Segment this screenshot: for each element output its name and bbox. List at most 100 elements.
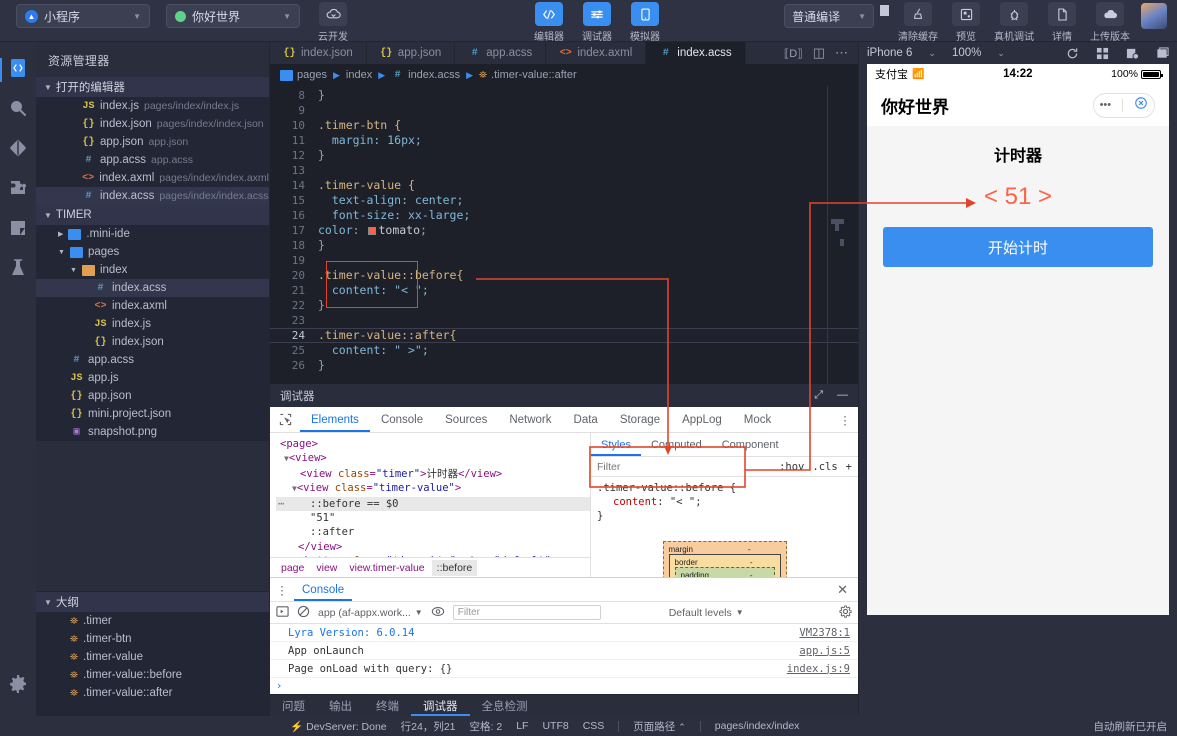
tab-storage[interactable]: Storage — [609, 407, 671, 432]
cloud-dev-button[interactable]: 云开发 — [314, 2, 352, 43]
more-icon[interactable]: ⋮ — [832, 407, 858, 432]
console-filter-input[interactable]: Filter — [452, 605, 601, 620]
tab-network[interactable]: Network — [498, 407, 562, 432]
tab-app-acss[interactable]: # app.acss — [455, 42, 547, 64]
refresh-icon[interactable] — [1066, 47, 1079, 60]
more-icon[interactable]: ⋯ — [835, 45, 848, 61]
editor-toggle-button[interactable]: 编辑器 — [530, 2, 568, 43]
sidebar-item-test[interactable] — [0, 250, 36, 290]
open-editors-header[interactable]: ▼ 打开的编辑器 — [36, 77, 269, 97]
tab-styles[interactable]: Styles — [591, 433, 641, 456]
more-icon[interactable]: ⋮ — [270, 583, 294, 597]
minimize-icon[interactable]: — — [837, 389, 848, 402]
debugger-toggle-button[interactable]: 调试器 — [578, 2, 616, 43]
indentation[interactable]: 空格: 2 — [470, 719, 503, 734]
console-source-link[interactable]: app.js:5 — [799, 645, 858, 657]
list-item[interactable]: JS index.js pages/index/index.js — [36, 97, 269, 115]
page-path-value[interactable]: pages/index/index — [715, 720, 800, 732]
list-item[interactable]: # index.acss pages/index/index.acss — [36, 187, 269, 205]
sidebar-item-search[interactable] — [0, 90, 36, 130]
dom-node-text[interactable]: "51" — [276, 511, 590, 525]
tree-item-index-folder[interactable]: ▼ index — [36, 261, 269, 279]
list-item[interactable]: {} index.json pages/index/index.json — [36, 115, 269, 133]
hover-state-button[interactable]: :hov — [779, 461, 804, 473]
tree-item-snapshot-png[interactable]: ▣ snapshot.png — [36, 423, 269, 441]
device-debug-button[interactable]: 真机调试 — [994, 2, 1034, 43]
editor-minimap[interactable] — [818, 86, 848, 384]
details-button[interactable]: 详情 — [1043, 2, 1081, 43]
dom-node-before-selected[interactable]: ⋯::before == $0 — [276, 496, 590, 512]
tree-item-app-js[interactable]: JS app.js — [36, 369, 269, 387]
dom-node[interactable]: </view> — [276, 540, 590, 554]
tree-item-index-axml[interactable]: <> index.axml — [36, 297, 269, 315]
dom-breadcrumb-view[interactable]: view — [311, 560, 342, 576]
more-dots-icon[interactable]: ••• — [1100, 99, 1112, 111]
tree-item-index-json[interactable]: {} index.json — [36, 333, 269, 351]
console-context-select[interactable]: app (af-appx.work... ▼ — [318, 607, 423, 619]
tree-item-pages[interactable]: ▼ pages — [36, 243, 269, 261]
tree-item-mini-ide[interactable]: ▶ .mini-ide — [36, 225, 269, 243]
dom-node-button[interactable]: <button class="timer-btn" size="default"… — [276, 554, 590, 557]
list-item[interactable]: # app.acss app.acss — [36, 151, 269, 169]
language-mode[interactable]: CSS — [583, 720, 605, 732]
compile-mode-select[interactable]: 普通编译 ▼ — [784, 4, 874, 28]
sidebar-item-explorer[interactable] — [0, 50, 36, 90]
style-rule-declaration[interactable]: content: "< "; — [597, 495, 852, 509]
console-source-link[interactable]: VM2378:1 — [799, 627, 858, 639]
tree-item-app-acss[interactable]: # app.acss — [36, 351, 269, 369]
dom-breadcrumb-page[interactable]: page — [276, 560, 309, 576]
list-item[interactable]: {} app.json app.json — [36, 133, 269, 151]
tab-computed[interactable]: Computed — [641, 433, 712, 456]
class-button[interactable]: .cls — [812, 461, 837, 473]
cursor-position[interactable]: 行24，列21 — [401, 719, 456, 734]
project-select[interactable]: 你好世界 ▼ — [166, 4, 300, 28]
breadcrumb-item-file[interactable]: # index.acss — [391, 69, 461, 81]
styles-filter-input[interactable] — [591, 460, 780, 473]
encoding[interactable]: UTF8 — [542, 720, 568, 732]
close-icon[interactable]: ✕ — [837, 582, 858, 598]
tab-console[interactable]: Console — [370, 407, 434, 432]
dom-node[interactable]: <page> — [276, 437, 590, 451]
dom-node[interactable]: ▼<view> — [276, 451, 590, 466]
outline-item[interactable]: ⛯ .timer-value — [36, 648, 269, 666]
screenshot-icon[interactable] — [1126, 47, 1139, 60]
window-icon[interactable] — [1156, 46, 1169, 60]
close-target-icon[interactable] — [1134, 96, 1148, 115]
sidebar-item-settings[interactable] — [0, 666, 36, 706]
eol-mode[interactable]: LF — [516, 720, 528, 732]
project-header[interactable]: ▼ TIMER — [36, 205, 269, 225]
miniprogram-select[interactable]: ▲ 小程序 ▼ — [16, 4, 150, 28]
dom-node-after[interactable]: ::after — [276, 525, 590, 539]
tab-elements[interactable]: Elements — [300, 407, 370, 432]
dom-node[interactable]: ▼<view class="timer-value"> — [276, 481, 590, 496]
console-levels-select[interactable]: Default levels ▼ — [669, 607, 744, 619]
outline-item[interactable]: ⛯ .timer — [36, 612, 269, 630]
tree-item-app-json[interactable]: {} app.json — [36, 387, 269, 405]
grid-icon[interactable] — [1096, 47, 1109, 60]
upload-version-button[interactable]: 上传版本 — [1090, 2, 1130, 43]
panel-tab-problems[interactable]: 问题 — [270, 695, 317, 716]
start-timer-button[interactable]: 开始计时 — [883, 227, 1153, 267]
tree-item-index-acss[interactable]: # index.acss — [36, 279, 269, 297]
tab-index-axml[interactable]: <> index.axml — [546, 42, 647, 64]
preview-button[interactable]: 预览 — [947, 2, 985, 43]
panel-tab-debugger[interactable]: 调试器 — [411, 695, 470, 716]
tab-sources[interactable]: Sources — [434, 407, 498, 432]
outline-item[interactable]: ⛯ .timer-value::after — [36, 684, 269, 702]
console-settings-icon[interactable] — [839, 604, 852, 621]
tab-mock[interactable]: Mock — [733, 407, 782, 432]
breadcrumb-item-index[interactable]: index — [346, 69, 372, 81]
panel-tab-output[interactable]: 输出 — [317, 695, 364, 716]
breadcrumb-item-symbol[interactable]: ⛯ .timer-value::after — [479, 69, 577, 81]
simulator-toggle-button[interactable]: 模拟器 — [626, 2, 664, 43]
outline-item[interactable]: ⛯ .timer-value::before — [36, 666, 269, 684]
code-editor[interactable]: 8} 9 10 .timer-btn { 11 margin: 16px; 12}… — [270, 86, 858, 384]
style-rule-selector[interactable]: .timer-value::before { — [597, 481, 852, 495]
execute-icon[interactable] — [276, 605, 289, 621]
sidebar-item-cloud[interactable] — [0, 210, 36, 250]
avatar[interactable] — [1141, 3, 1167, 29]
dom-breadcrumb-timer-value[interactable]: view.timer-value — [344, 560, 429, 576]
sidebar-item-extensions[interactable] — [0, 170, 36, 210]
new-rule-button[interactable]: + — [846, 461, 852, 473]
sidebar-item-source-control[interactable] — [0, 130, 36, 170]
